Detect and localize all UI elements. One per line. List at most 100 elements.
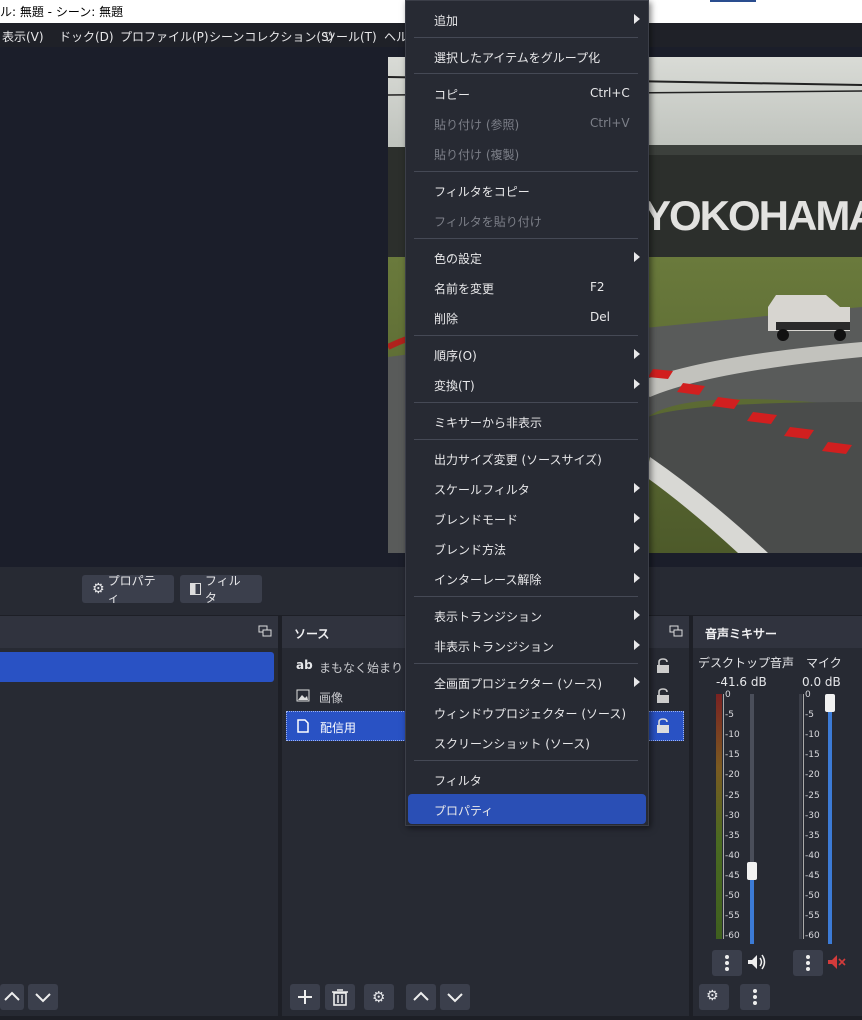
speaker-muted-icon[interactable] <box>826 952 846 972</box>
source-properties-button[interactable]: ⚙ <box>364 984 394 1010</box>
meter-scale-label: -10 <box>725 730 740 741</box>
properties-button[interactable]: ⚙ プロパティ <box>82 574 174 605</box>
trash-icon <box>332 989 348 1006</box>
chevron-up-icon <box>4 991 20 1001</box>
menu-item-filters[interactable]: フィルタ <box>408 764 646 794</box>
menu-item-delete[interactable]: 削除 Del <box>408 302 646 332</box>
source-move-down-button[interactable] <box>440 984 470 1010</box>
volume-slider-mic[interactable] <box>825 694 835 944</box>
scene-move-up-button[interactable] <box>0 984 24 1010</box>
mixer-advanced-button[interactable]: ⚙ <box>699 984 729 1010</box>
menu-item-label: ブレンド方法 <box>434 543 507 557</box>
slider-handle[interactable] <box>747 862 757 880</box>
speaker-icon[interactable] <box>746 952 766 972</box>
menu-item-scale-filter[interactable]: スケールフィルタ <box>408 473 646 503</box>
menu-item-add[interactable]: 追加 <box>408 4 646 34</box>
menu-item-window-projector[interactable]: ウィンドウプロジェクター (ソース) <box>408 697 646 727</box>
menu-scene-collection[interactable]: シーンコレクション(S) <box>209 28 333 45</box>
menu-separator <box>414 596 638 597</box>
menu-item-screenshot[interactable]: スクリーンショット (ソース) <box>408 727 646 757</box>
channel-name-desktop: デスクトップ音声 <box>698 656 795 670</box>
window-title: ル: 無題 - シーン: 無題 <box>0 5 124 19</box>
meter-scale-label: -40 <box>725 850 740 861</box>
menu-view[interactable]: 表示(V) <box>2 28 44 45</box>
chevron-down-icon <box>35 993 51 1003</box>
submenu-arrow-icon <box>634 513 640 523</box>
menu-item-paste-duplicate[interactable]: 貼り付け (複製) <box>408 138 646 168</box>
unlocked-icon[interactable] <box>656 688 670 704</box>
meter-scale-label: -30 <box>725 810 740 821</box>
chevron-down-icon <box>447 993 463 1003</box>
file-icon <box>297 719 309 733</box>
submenu-arrow-icon <box>634 677 640 687</box>
mixer-menu-button[interactable] <box>740 984 770 1010</box>
meter-scale-label: -55 <box>725 911 740 922</box>
unlocked-icon[interactable] <box>656 718 670 734</box>
menu-item-shortcut: F2 <box>590 280 605 294</box>
submenu-arrow-icon <box>634 573 640 583</box>
menu-item-color[interactable]: 色の設定 <box>408 242 646 272</box>
meter-scale-label: 0 <box>805 690 811 700</box>
meter-scale-label: -5 <box>725 710 734 721</box>
menu-item-label: 貼り付け (参照) <box>434 118 520 132</box>
source-move-up-button[interactable] <box>406 984 436 1010</box>
menu-item-label: フィルタをコピー <box>434 185 530 199</box>
menu-item-paste-filters[interactable]: フィルタを貼り付け <box>408 205 646 235</box>
menu-item-label: プロパティ <box>434 804 494 818</box>
menu-item-group[interactable]: 選択したアイテムをグループ化 <box>408 41 646 71</box>
menu-item-blend-method[interactable]: ブレンド方法 <box>408 533 646 563</box>
unlocked-icon[interactable] <box>656 658 670 674</box>
menu-item-label: 表示トランジション <box>434 610 543 624</box>
menu-item-copy-filters[interactable]: フィルタをコピー <box>408 175 646 205</box>
menu-item-show-transition[interactable]: 表示トランジション <box>408 600 646 630</box>
slider-handle[interactable] <box>825 694 835 712</box>
remove-source-button[interactable] <box>325 984 355 1010</box>
menu-item-label: インターレース解除 <box>434 573 542 587</box>
scene-move-down-button[interactable] <box>28 984 58 1010</box>
menu-separator <box>414 335 638 336</box>
filters-button[interactable]: フィルタ <box>180 574 262 605</box>
menu-item-resize-output[interactable]: 出力サイズ変更 (ソースサイズ) <box>408 443 646 473</box>
meter-scale-label: -20 <box>805 770 820 781</box>
menu-item-transform[interactable]: 変換(T) <box>408 369 646 399</box>
menu-item-label: スクリーンショット (ソース) <box>434 737 590 751</box>
properties-button-label: プロパティ <box>107 574 156 605</box>
menu-item-order[interactable]: 順序(O) <box>408 339 646 369</box>
plus-icon <box>298 990 312 1004</box>
menu-item-label: 選択したアイテムをグループ化 <box>434 51 601 65</box>
undock-icon[interactable] <box>258 625 272 637</box>
scene-item-selected[interactable] <box>0 652 274 682</box>
menu-item-label: 追加 <box>434 14 459 28</box>
menu-item-hide-transition[interactable]: 非表示トランジション <box>408 630 646 660</box>
channel-name-mic: マイク <box>806 656 842 670</box>
scenes-dock <box>0 616 278 1016</box>
menu-item-label: フィルタを貼り付け <box>434 215 542 229</box>
volume-slider-desktop[interactable] <box>747 694 757 944</box>
channel-db-mic: 0.0 dB <box>802 675 841 689</box>
menu-item-paste-reference[interactable]: 貼り付け (参照) Ctrl+V <box>408 108 646 138</box>
desktop-audio-menu-button[interactable] <box>712 950 742 976</box>
add-source-button[interactable] <box>290 984 320 1010</box>
channel-db-desktop: -41.6 dB <box>716 675 767 689</box>
menu-item-rename[interactable]: 名前を変更 F2 <box>408 272 646 302</box>
menu-item-label: 全画面プロジェクター (ソース) <box>434 677 603 691</box>
menu-item-fullscreen-projector[interactable]: 全画面プロジェクター (ソース) <box>408 667 646 697</box>
submenu-arrow-icon <box>634 379 640 389</box>
menu-profile[interactable]: プロファイル(P) <box>120 28 209 45</box>
mic-menu-button[interactable] <box>793 950 823 976</box>
meter-scale-label: -45 <box>805 870 820 881</box>
menu-item-copy[interactable]: コピー Ctrl+C <box>408 78 646 108</box>
menu-item-blend-mode[interactable]: ブレンドモード <box>408 503 646 533</box>
menu-item-properties[interactable]: プロパティ <box>408 794 646 824</box>
source-item-label: 配信用 <box>320 721 357 735</box>
gear-icon: ⚙ <box>372 988 386 1006</box>
yokohama-banner: YOKOHAMA <box>643 192 862 239</box>
menu-tools[interactable]: ツール(T) <box>324 28 377 45</box>
menu-dock[interactable]: ドック(D) <box>59 28 114 45</box>
undock-icon[interactable] <box>669 625 683 637</box>
menu-item-deinterlace[interactable]: インターレース解除 <box>408 563 646 593</box>
filter-icon <box>190 583 201 595</box>
menu-item-hide-in-mixer[interactable]: ミキサーから非表示 <box>408 406 646 436</box>
submenu-arrow-icon <box>634 610 640 620</box>
chevron-up-icon <box>413 991 429 1001</box>
